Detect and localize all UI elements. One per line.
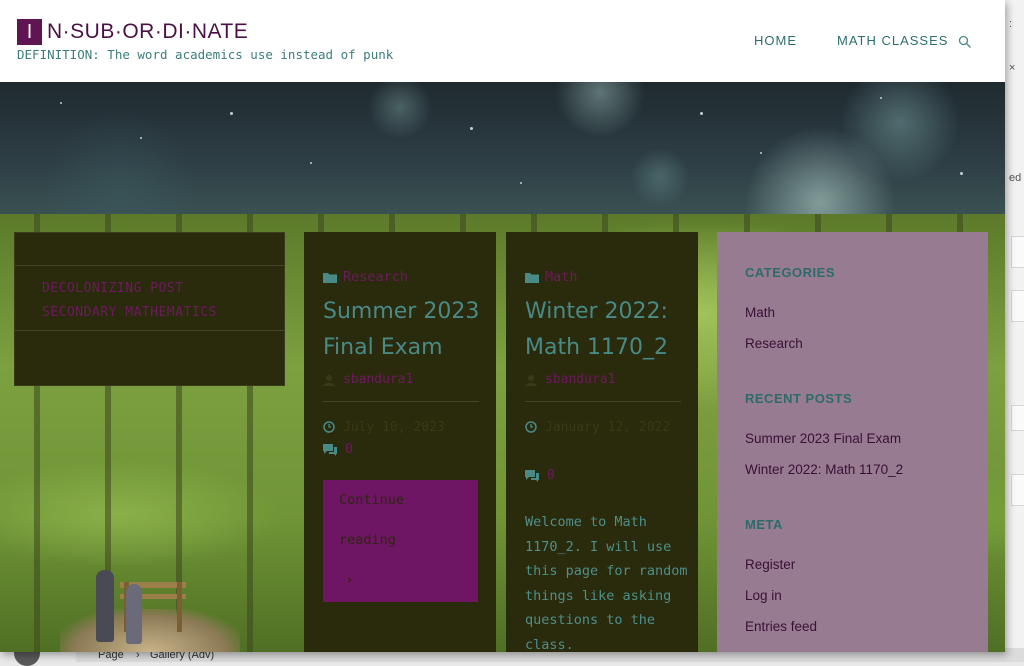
sidebar: CATEGORIES Math Research RECENT POSTS Su… xyxy=(717,232,988,652)
category-link[interactable]: Math xyxy=(545,269,578,285)
register-link[interactable]: Register xyxy=(745,557,795,572)
post-comments: 0 xyxy=(323,442,353,457)
post-author: sbandura1 xyxy=(323,372,413,387)
post-card: Math Winter 2022: Math 1170_2 sbandura1 … xyxy=(506,232,698,652)
background-edge-text: ed xyxy=(1009,172,1022,184)
post-author: sbandura1 xyxy=(525,372,615,387)
recent-post-link[interactable]: Summer 2023 Final Exam xyxy=(745,431,901,446)
divider xyxy=(323,401,479,402)
continue-reading-button[interactable]: Continue reading › xyxy=(323,480,478,602)
clock-icon xyxy=(323,421,335,433)
browser-page: I N·SUB·OR·DI·NATE DEFINITION: The word … xyxy=(0,0,1005,652)
background-close-glyph: × xyxy=(1009,62,1016,74)
background-field xyxy=(1011,236,1024,268)
post-comments: 0 xyxy=(525,468,555,483)
post-date: July 10, 2023 xyxy=(323,415,483,440)
continue-label: reading xyxy=(339,532,396,548)
nav-math-classes[interactable]: MATH CLASSES xyxy=(837,33,948,48)
background-field xyxy=(1011,474,1024,506)
divider xyxy=(525,401,681,402)
recent-post-link[interactable]: Winter 2022: Math 1170_2 xyxy=(745,462,903,477)
chevron-right-icon: › xyxy=(347,572,353,588)
post-category: Math xyxy=(525,269,578,285)
post-title[interactable]: Summer 2023 Final Exam xyxy=(323,294,488,366)
continue-label: Continue xyxy=(339,492,405,508)
background-window-glyph: : xyxy=(1009,18,1013,30)
main-nav: HOME MATH CLASSES xyxy=(0,33,1005,51)
categories-heading: CATEGORIES xyxy=(745,265,835,280)
site-header: I N·SUB·OR·DI·NATE DEFINITION: The word … xyxy=(0,0,1005,82)
nav-home[interactable]: HOME xyxy=(754,33,797,48)
featured-link[interactable]: DECOLONIZING POST SECONDARY MATHEMATICS xyxy=(42,277,262,325)
post-title[interactable]: Winter 2022: Math 1170_2 xyxy=(525,294,690,366)
post-card: Research Summer 2023 Final Exam sbandura… xyxy=(304,232,496,652)
header-image xyxy=(0,82,1005,214)
folder-icon xyxy=(525,272,539,283)
comments-icon xyxy=(323,443,337,456)
comments-link[interactable]: 0 xyxy=(547,468,555,483)
category-item-math[interactable]: Math xyxy=(745,305,775,320)
recent-posts-heading: RECENT POSTS xyxy=(745,391,853,406)
background-field xyxy=(1011,290,1024,322)
user-icon xyxy=(525,374,537,386)
featured-widget: DECOLONIZING POST SECONDARY MATHEMATICS xyxy=(14,232,285,386)
post-category: Research xyxy=(323,269,408,285)
meta-heading: META xyxy=(745,517,783,532)
post-date: January 12, 2022 xyxy=(525,415,685,440)
background-window-edge: : × ed xyxy=(1005,0,1024,662)
comments-icon xyxy=(525,469,539,482)
login-link[interactable]: Log in xyxy=(745,588,782,603)
folder-icon xyxy=(323,272,337,283)
person xyxy=(126,584,142,644)
entries-feed-link[interactable]: Entries feed xyxy=(745,619,817,634)
date-text: July 10, 2023 xyxy=(343,420,445,435)
background-field xyxy=(1011,405,1024,431)
person xyxy=(96,570,114,642)
date-text: January 12, 2022 xyxy=(545,420,671,435)
search-icon[interactable] xyxy=(958,34,972,48)
user-icon xyxy=(323,374,335,386)
clock-icon xyxy=(525,421,537,433)
category-item-research[interactable]: Research xyxy=(745,336,803,351)
post-excerpt: Welcome to Math 1170_2. I will use this … xyxy=(525,514,688,652)
comments-link[interactable]: 0 xyxy=(345,442,353,457)
author-link[interactable]: sbandura1 xyxy=(343,372,413,387)
author-link[interactable]: sbandura1 xyxy=(545,372,615,387)
category-link[interactable]: Research xyxy=(343,269,408,285)
